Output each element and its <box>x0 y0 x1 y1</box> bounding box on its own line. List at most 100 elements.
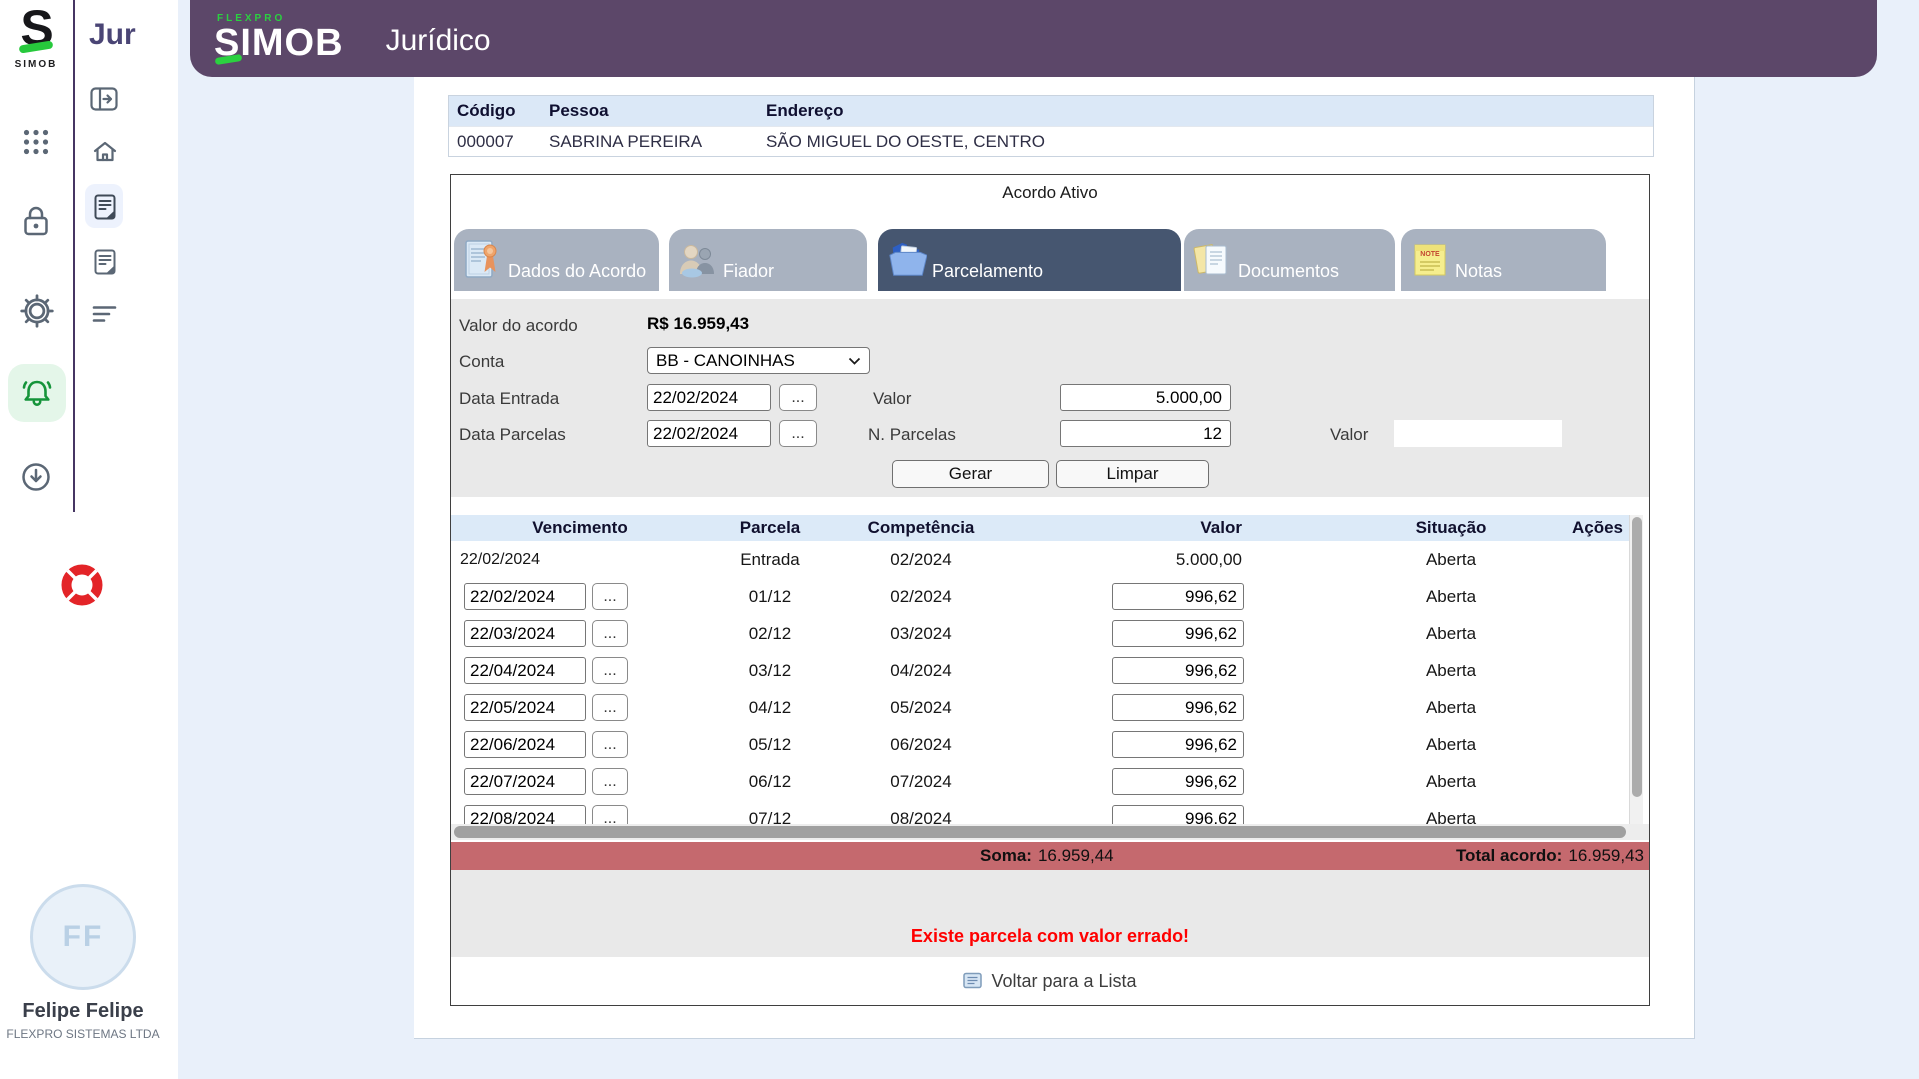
entry-date-label: Data Entrada <box>459 389 559 409</box>
user-block[interactable]: FF Felipe Felipe FLEXPRO SISTEMAS LTDA <box>0 884 166 1041</box>
folder-icon <box>887 239 927 281</box>
vertical-scrollbar[interactable] <box>1629 515 1643 824</box>
competence: 03/2024 <box>831 624 1011 644</box>
installments-count-label: N. Parcelas <box>868 425 956 445</box>
gear-icon[interactable] <box>18 292 56 330</box>
simob-logo-caption: SIMOB <box>6 59 66 70</box>
certificate-icon <box>463 239 503 281</box>
due-date-input[interactable] <box>464 583 586 610</box>
due-date-text: 22/02/2024 <box>460 551 540 569</box>
apps-grid-icon[interactable] <box>22 128 50 156</box>
due-date-browse-button[interactable]: ... <box>592 583 628 610</box>
competence: 04/2024 <box>831 661 1011 681</box>
clear-button[interactable]: Limpar <box>1056 460 1209 488</box>
tab-fiador[interactable]: Fiador <box>669 229 867 291</box>
back-to-list-label: Voltar para a Lista <box>991 971 1136 992</box>
installments-count-input[interactable] <box>1060 420 1231 447</box>
installment-number: 03/12 <box>709 661 831 681</box>
competence: 08/2024 <box>831 809 1011 825</box>
user-name: Felipe Felipe <box>0 1000 166 1023</box>
back-to-list-link[interactable]: Voltar para a Lista <box>451 957 1649 1005</box>
installment-status: Aberta <box>1256 550 1566 570</box>
due-date-browse-button[interactable]: ... <box>592 694 628 721</box>
entry-value-input[interactable] <box>1060 384 1231 411</box>
home-icon[interactable] <box>92 139 118 163</box>
tab-documentos[interactable]: Documentos <box>1184 229 1395 291</box>
installments-date-label: Data Parcelas <box>459 425 566 445</box>
due-date-input[interactable] <box>464 768 586 795</box>
due-date-browse-button[interactable]: ... <box>592 805 628 824</box>
due-date-input[interactable] <box>464 731 586 758</box>
person-table-header: Código Pessoa Endereço <box>449 96 1653 126</box>
notifications-bell-icon[interactable] <box>8 364 66 422</box>
avatar[interactable]: FF <box>30 884 136 990</box>
installments-date-browse-button[interactable]: ... <box>779 420 817 447</box>
note-icon: NOTE <box>1410 239 1450 281</box>
account-label: Conta <box>459 352 504 372</box>
installment-status: Aberta <box>1256 698 1566 718</box>
error-message: Existe parcela com valor errado! <box>451 926 1649 947</box>
account-select[interactable]: BB - CANOINHAS <box>647 347 870 374</box>
col-vencimento: Vencimento <box>451 518 709 538</box>
horizontal-scrollbar-thumb[interactable] <box>454 826 1626 838</box>
due-date-input[interactable] <box>464 657 586 684</box>
person-pessoa: SABRINA PEREIRA <box>541 132 758 152</box>
competence: 06/2024 <box>831 735 1011 755</box>
module-short-label: Jur <box>89 18 136 52</box>
due-date-browse-button[interactable]: ... <box>592 731 628 758</box>
agreement-legend: Acordo Ativo <box>451 183 1649 203</box>
top-header: FLEXPRO SIMOB Jurídico <box>190 0 1877 77</box>
installment-status: Aberta <box>1256 624 1566 644</box>
installment-value-input[interactable] <box>1112 731 1244 758</box>
installments-header: Vencimento Parcela Competência Valor Sit… <box>451 515 1629 541</box>
total-text: Total acordo:16.959,43 <box>1456 846 1644 866</box>
installment-value-input[interactable] <box>1112 620 1244 647</box>
sidebar-divider <box>73 0 75 512</box>
vertical-scrollbar-thumb[interactable] <box>1632 517 1642 797</box>
lifebuoy-icon[interactable] <box>57 560 107 610</box>
simob-logo: S SIMOB <box>6 6 66 70</box>
due-date-input[interactable] <box>464 694 586 721</box>
generate-button[interactable]: Gerar <box>892 460 1049 488</box>
col-valor: Valor <box>1011 518 1256 538</box>
installment-value-input[interactable] <box>1112 583 1244 610</box>
installment-status: Aberta <box>1256 661 1566 681</box>
due-date-browse-button[interactable]: ... <box>592 620 628 647</box>
list-icon <box>963 972 983 990</box>
installment-number: 05/12 <box>709 735 831 755</box>
person-codigo: 000007 <box>449 132 541 152</box>
col-pessoa: Pessoa <box>541 101 758 121</box>
installment-value-input[interactable] <box>1112 657 1244 684</box>
lock-icon[interactable] <box>20 204 52 238</box>
agreement-panel: Acordo Ativo Dados do Acordo Fiador Parc… <box>450 174 1650 1006</box>
installments-date-input[interactable] <box>647 420 771 447</box>
competence: 05/2024 <box>831 698 1011 718</box>
horizontal-scrollbar[interactable] <box>451 824 1649 840</box>
due-date-browse-button[interactable]: ... <box>592 657 628 684</box>
tab-dados-do-acordo[interactable]: Dados do Acordo <box>454 229 659 291</box>
installment-number: 01/12 <box>709 587 831 607</box>
document-icon-2[interactable] <box>94 249 116 275</box>
installment-row: ... 05/12 06/2024 Aberta <box>451 726 1629 763</box>
list-lines-icon[interactable] <box>92 305 118 323</box>
tab-notas[interactable]: NOTE Notas <box>1401 229 1606 291</box>
extra-value-input[interactable] <box>1394 420 1562 447</box>
due-date-input[interactable] <box>464 805 586 824</box>
installment-row: ... 01/12 02/2024 Aberta <box>451 578 1629 615</box>
competence: 07/2024 <box>831 772 1011 792</box>
due-date-browse-button[interactable]: ... <box>592 768 628 795</box>
installment-value-input[interactable] <box>1112 805 1244 824</box>
panel-expand-icon[interactable] <box>90 87 118 111</box>
installment-value-input[interactable] <box>1112 768 1244 795</box>
installment-number: 04/12 <box>709 698 831 718</box>
installment-value-input[interactable] <box>1112 694 1244 721</box>
entry-date-input[interactable] <box>647 384 771 411</box>
document-icon[interactable] <box>94 194 116 220</box>
due-date-input[interactable] <box>464 620 586 647</box>
installment-number: 07/12 <box>709 809 831 825</box>
entry-value-label: Valor <box>873 389 911 409</box>
person-row: 000007 SABRINA PEREIRA SÃO MIGUEL DO OES… <box>449 126 1653 156</box>
entry-date-browse-button[interactable]: ... <box>779 384 817 411</box>
tab-parcelamento[interactable]: Parcelamento <box>878 229 1181 291</box>
download-icon[interactable] <box>19 460 53 494</box>
